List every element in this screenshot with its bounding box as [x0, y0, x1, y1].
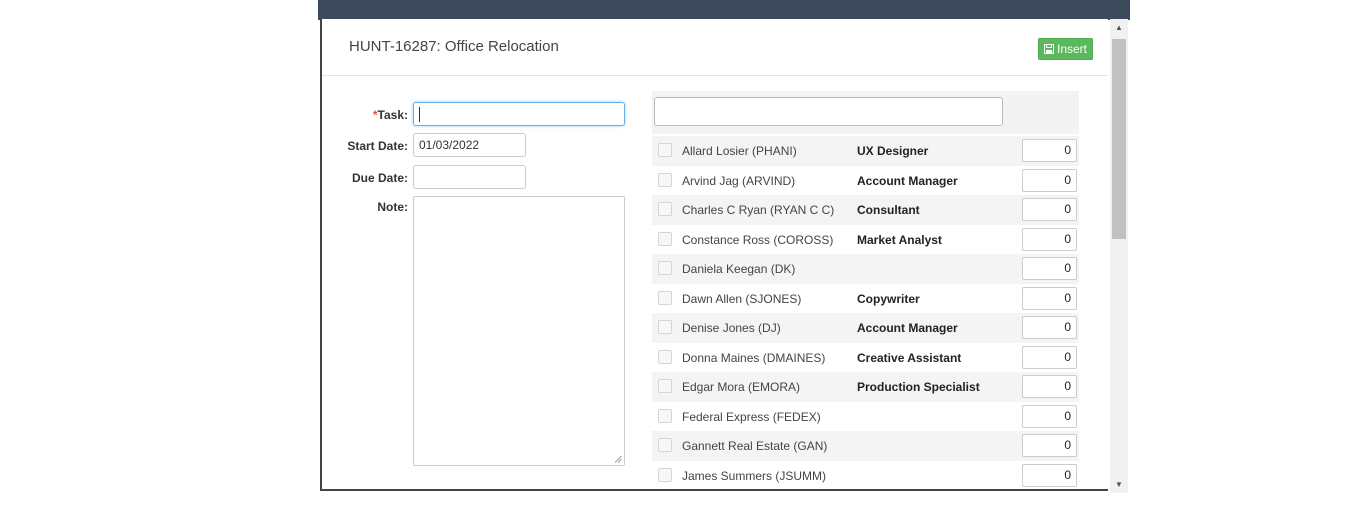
assignee-qty-input[interactable]: 0 [1022, 198, 1077, 221]
modal-title: HUNT-16287: Office Relocation [349, 38, 559, 55]
start-date-input[interactable]: 01/03/2022 [413, 133, 526, 157]
modal-header: HUNT-16287: Office Relocation Insert [322, 19, 1108, 76]
assignee-name: Edgar Mora (EMORA) [682, 380, 801, 394]
assignee-role: Production Specialist [857, 380, 980, 394]
assignee-name: Denise Jones (DJ) [682, 321, 781, 335]
assignee-qty-input[interactable]: 0 [1022, 375, 1077, 398]
assignee-filter-bar [652, 91, 1079, 134]
assignee-qty-input[interactable]: 0 [1022, 227, 1077, 251]
assignee-row: Donna Maines (DMAINES) Creative Assistant… [652, 343, 1079, 373]
assignee-panel: Allard Losier (PHANI) UX Designer 0 Arvind … [652, 91, 1079, 490]
assignee-qty-input[interactable]: 0 [1022, 257, 1077, 280]
assignee-qty-input[interactable]: 0 [1022, 404, 1077, 428]
assignee-row: James Summers (JSUMM) 0 [652, 461, 1079, 490]
assignee-name: Allard Losier (PHANI) [682, 144, 797, 158]
note-textarea[interactable] [413, 196, 625, 466]
resize-grip-icon[interactable] [614, 455, 622, 463]
assignee-name: James Summers (JSUMM) [682, 468, 827, 483]
scroll-up-icon[interactable]: ▲ [1110, 19, 1128, 36]
assignee-row: Federal Express (FEDEX) 0 [652, 402, 1079, 432]
assignee-qty-input[interactable]: 0 [1022, 316, 1077, 339]
assignee-qty-input[interactable]: 0 [1022, 345, 1077, 369]
assignee-checkbox[interactable] [658, 438, 672, 452]
task-label: *Task: [372, 108, 408, 122]
text-caret [419, 107, 420, 122]
assignee-checkbox[interactable] [658, 261, 672, 275]
assignee-checkbox[interactable] [658, 467, 672, 482]
insert-button-label: Insert [1056, 41, 1087, 56]
assignee-qty-input[interactable]: 0 [1022, 463, 1077, 487]
assignee-name: Charles C Ryan (RYAN C C) [682, 203, 835, 217]
assignee-role: Market Analyst [857, 232, 942, 247]
assignee-name: Constance Ross (COROSS) [682, 232, 834, 247]
assignee-name: Arvind Jag (ARVIND) [682, 173, 796, 188]
assignee-row: Denise Jones (DJ) Account Manager 0 [652, 313, 1079, 343]
save-icon [1043, 44, 1054, 54]
due-date-input[interactable] [413, 165, 526, 189]
assignee-filter-input[interactable] [654, 97, 1003, 126]
assignee-role: UX Designer [857, 144, 929, 158]
due-date-label: Due Date: [351, 171, 408, 185]
scrollbar[interactable]: ▲ ▼ [1110, 19, 1128, 493]
assignee-name: Federal Express (FEDEX) [682, 409, 821, 424]
assignee-checkbox[interactable] [658, 290, 672, 305]
assignee-name: Donna Maines (DMAINES) [682, 350, 826, 365]
assignee-checkbox[interactable] [658, 231, 672, 246]
assignee-qty-input[interactable]: 0 [1022, 286, 1077, 310]
assignee-role: Account Manager [857, 321, 958, 335]
assignee-role: Copywriter [857, 291, 920, 306]
assignee-name: Dawn Allen (SJONES) [682, 291, 802, 306]
assignee-row: Edgar Mora (EMORA) Production Specialist 0 [652, 372, 1079, 402]
assignee-checkbox[interactable] [658, 202, 672, 216]
assignee-name: Gannett Real Estate (GAN) [682, 439, 828, 453]
scroll-down-icon[interactable]: ▼ [1110, 476, 1128, 493]
note-label: Note: [377, 200, 408, 214]
assignee-checkbox[interactable] [658, 408, 672, 423]
assignee-row: Gannett Real Estate (GAN) 0 [652, 431, 1079, 461]
assignee-checkbox[interactable] [658, 172, 672, 187]
assignee-row: Dawn Allen (SJONES) Copywriter 0 [652, 284, 1079, 314]
assignee-qty-input[interactable]: 0 [1022, 139, 1077, 162]
assignee-checkbox[interactable] [658, 320, 672, 334]
assignee-row: Arvind Jag (ARVIND) Account Manager 0 [652, 166, 1079, 196]
assignee-row: Constance Ross (COROSS) Market Analyst 0 [652, 225, 1079, 255]
assignee-checkbox[interactable] [658, 349, 672, 364]
assignee-role: Consultant [857, 203, 920, 217]
assignee-checkbox[interactable] [658, 143, 672, 157]
assignee-name: Daniela Keegan (DK) [682, 262, 796, 276]
assignee-qty-input[interactable]: 0 [1022, 168, 1077, 192]
assignee-row: Daniela Keegan (DK) 0 [652, 254, 1079, 284]
assignee-role: Creative Assistant [857, 350, 962, 365]
assignee-row: Charles C Ryan (RYAN C C) Consultant 0 [652, 195, 1079, 225]
task-input[interactable] [413, 102, 625, 126]
assignee-qty-input[interactable]: 0 [1022, 434, 1077, 457]
add-task-modal: HUNT-16287: Office Relocation Insert *Ta… [320, 19, 1108, 491]
insert-button[interactable]: Insert [1037, 38, 1093, 60]
start-date-label: Start Date: [347, 139, 408, 153]
assignee-role: Account Manager [857, 173, 958, 188]
assignee-row: Allard Losier (PHANI) UX Designer 0 [652, 136, 1079, 166]
assignee-checkbox[interactable] [658, 379, 672, 393]
scroll-thumb[interactable] [1112, 39, 1126, 239]
backdrop [318, 0, 1130, 20]
